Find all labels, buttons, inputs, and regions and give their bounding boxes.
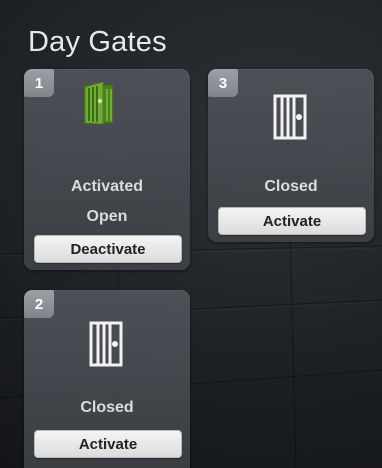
gate-card-3: 3 Closed Activate [208, 69, 374, 242]
deactivate-button[interactable]: Deactivate [34, 235, 182, 263]
page-title: Day Gates [28, 26, 167, 58]
gate-status-line-1: Closed [80, 399, 134, 416]
activate-button[interactable]: Activate [218, 207, 366, 235]
gate-number-badge: 1 [24, 69, 54, 97]
gate-number-badge: 2 [24, 290, 54, 318]
gate-closed-icon [273, 94, 307, 140]
gate-status-line-1: Closed [264, 178, 318, 195]
gate-card-2: 2 Closed Activate [24, 290, 190, 468]
gate-closed-icon [89, 321, 123, 367]
gate-status-line-1: Activated [70, 178, 144, 195]
activate-button[interactable]: Activate [34, 430, 182, 458]
gate-card-1: 1 Activated Open Deactivate [24, 69, 190, 270]
gate-open-icon [84, 81, 114, 125]
gate-status-line-2: Open [86, 208, 128, 225]
gate-number-badge: 3 [208, 69, 238, 97]
